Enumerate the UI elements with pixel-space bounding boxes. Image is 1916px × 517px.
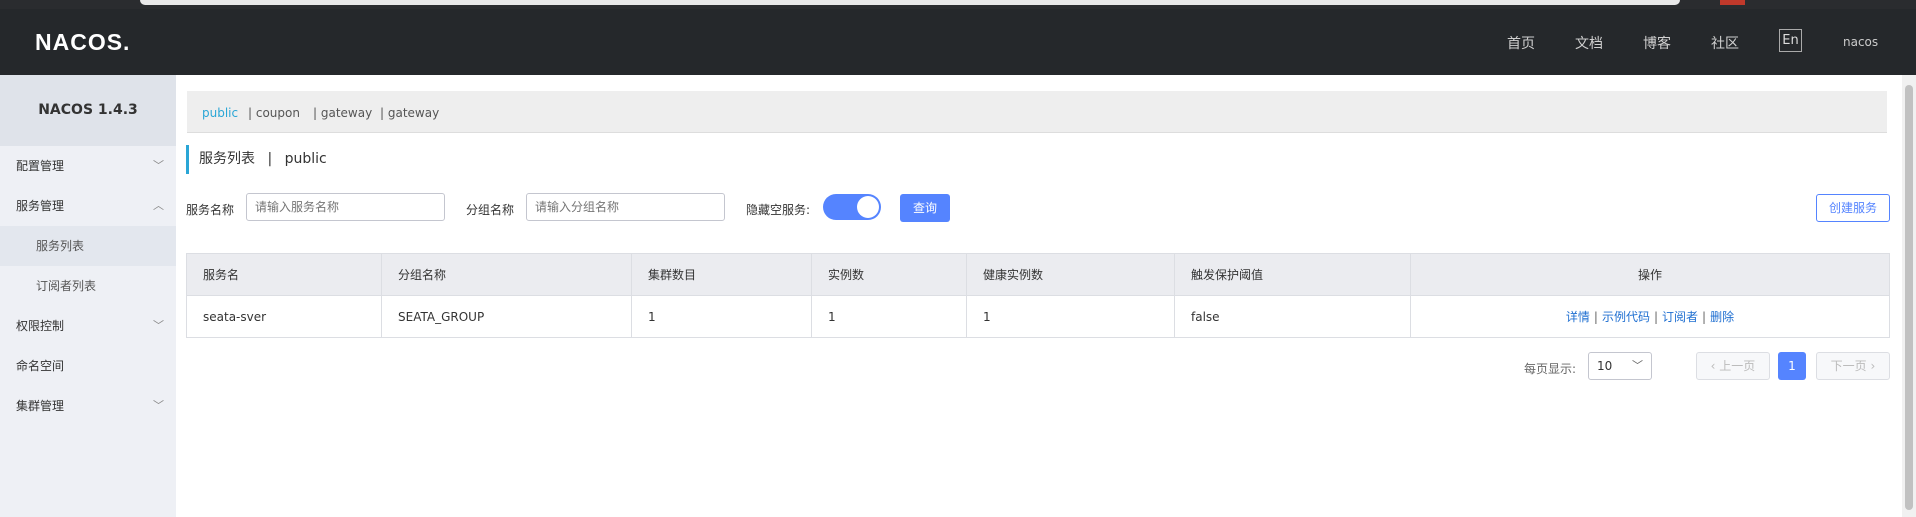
sample-code-link[interactable]: 示例代码: [1602, 310, 1650, 324]
group-name-label: 分组名称: [466, 203, 515, 217]
sidebar-item-service[interactable]: 服务管理 ︿: [0, 186, 176, 226]
language-switch[interactable]: En: [1779, 29, 1802, 52]
prev-page-button[interactable]: ‹ 上一页: [1696, 352, 1770, 380]
browser-top-strip: [0, 0, 1916, 9]
namespace-gateway-2[interactable]: | gateway: [380, 106, 439, 120]
cell-group-name: SEATA_GROUP: [381, 295, 632, 338]
col-group-name: 分组名称: [381, 253, 632, 296]
scrollbar-thumb[interactable]: [1905, 85, 1913, 510]
page-title: 服务列表 | public: [186, 145, 327, 174]
chevron-right-icon: ›: [1866, 359, 1876, 373]
page-title-namespace: public: [284, 151, 327, 167]
namespace-public[interactable]: public: [202, 106, 238, 120]
chevron-left-icon: ‹: [1710, 359, 1720, 373]
page-title-main: 服务列表: [199, 151, 255, 167]
prev-page-label: 上一页: [1719, 359, 1756, 373]
nav-blog[interactable]: 博客: [1643, 33, 1671, 53]
page-size-label: 每页显示:: [1524, 362, 1577, 376]
chevron-down-icon: ﹀: [153, 319, 164, 332]
hide-empty-label: 隐藏空服务:: [746, 203, 811, 217]
nav-docs[interactable]: 文档: [1575, 33, 1603, 53]
col-instance-count: 实例数: [811, 253, 967, 296]
page-1-button[interactable]: 1: [1778, 352, 1806, 380]
namespace-coupon[interactable]: | coupon: [248, 106, 300, 120]
nav-community[interactable]: 社区: [1711, 33, 1739, 53]
service-name-label: 服务名称: [186, 203, 235, 217]
new-badge: [1720, 0, 1745, 5]
next-page-label: 下一页: [1830, 359, 1867, 373]
cell-healthy-count: 1: [966, 295, 1175, 338]
chevron-up-icon: ︿: [153, 199, 164, 212]
main-content: public | coupon | gateway | gateway 服务列表…: [185, 75, 1890, 517]
page-title-sep: |: [267, 151, 273, 167]
sidebar-item-label: 服务管理: [16, 199, 65, 213]
page-size-select[interactable]: 10 ﹀: [1588, 352, 1652, 380]
col-healthy-count: 健康实例数: [966, 253, 1175, 296]
col-service-name: 服务名: [186, 253, 382, 296]
page-size-value: 10: [1597, 359, 1613, 373]
subscribers-link[interactable]: 订阅者: [1662, 310, 1698, 324]
sidebar-item-service-list[interactable]: 服务列表: [0, 226, 176, 266]
hide-empty-toggle[interactable]: [823, 194, 881, 220]
col-operations: 操作: [1410, 253, 1890, 296]
sidebar-item-cluster[interactable]: 集群管理 ﹀: [0, 386, 176, 426]
sidebar-item-subscriber-list[interactable]: 订阅者列表: [0, 266, 176, 306]
sidebar-item-label: 集群管理: [16, 399, 65, 413]
browser-tab-bar: [140, 0, 1680, 5]
details-link[interactable]: 详情: [1566, 310, 1590, 324]
table-row: seata-sver SEATA_GROUP 1 1 1 false 详情 | 示例…: [186, 295, 1890, 338]
pagination: 每页显示: 10 ﹀ ‹ 上一页 1 下一页 ›: [185, 352, 1890, 382]
cell-instance-count: 1: [811, 295, 967, 338]
user-name[interactable]: nacos: [1843, 35, 1878, 49]
cell-operations: 详情 | 示例代码 | 订阅者 | 删除: [1410, 295, 1890, 338]
filter-bar: 服务名称 分组名称 隐藏空服务: 查询 创建服务: [185, 193, 1890, 223]
next-page-button[interactable]: 下一页 ›: [1816, 352, 1890, 380]
sidebar: NACOS 1.4.3 配置管理 ﹀ 服务管理 ︿ 服务列表 订阅者列表 权限控…: [0, 75, 176, 517]
sidebar-item-label: 命名空间: [16, 359, 65, 373]
cell-threshold: false: [1174, 295, 1411, 338]
chevron-down-icon: ﹀: [153, 399, 164, 412]
scrollbar[interactable]: [1902, 75, 1916, 517]
sidebar-item-config[interactable]: 配置管理 ﹀: [0, 146, 176, 186]
cell-cluster-count: 1: [631, 295, 812, 338]
service-name-input[interactable]: [246, 193, 445, 221]
version-label: NACOS 1.4.3: [0, 75, 176, 146]
top-navbar: NACOS. 首页 文档 博客 社区 En nacos: [0, 9, 1916, 75]
sidebar-item-auth[interactable]: 权限控制 ﹀: [0, 306, 176, 346]
group-name-input[interactable]: [526, 193, 725, 221]
namespace-bar: public | coupon | gateway | gateway: [187, 91, 1887, 133]
col-threshold: 触发保护阈值: [1174, 253, 1411, 296]
sidebar-item-label: 权限控制: [16, 319, 65, 333]
namespace-gateway[interactable]: | gateway: [313, 106, 372, 120]
sidebar-item-namespace[interactable]: 命名空间: [0, 346, 176, 386]
table-header-row: 服务名 分组名称 集群数目 实例数 健康实例数 触发保护阈值 操作: [186, 253, 1890, 296]
delete-link[interactable]: 删除: [1710, 310, 1734, 324]
create-service-button[interactable]: 创建服务: [1816, 194, 1890, 222]
nacos-logo[interactable]: NACOS.: [35, 29, 130, 56]
chevron-down-icon: ﹀: [1632, 359, 1643, 372]
chevron-down-icon: ﹀: [153, 159, 164, 172]
service-table: 服务名 分组名称 集群数目 实例数 健康实例数 触发保护阈值 操作 seata-…: [186, 253, 1890, 338]
col-cluster-count: 集群数目: [631, 253, 812, 296]
toggle-knob: [857, 196, 879, 218]
query-button[interactable]: 查询: [900, 194, 950, 222]
nav-home[interactable]: 首页: [1507, 33, 1535, 53]
sidebar-item-label: 配置管理: [16, 159, 65, 173]
cell-service-name: seata-sver: [186, 295, 382, 338]
